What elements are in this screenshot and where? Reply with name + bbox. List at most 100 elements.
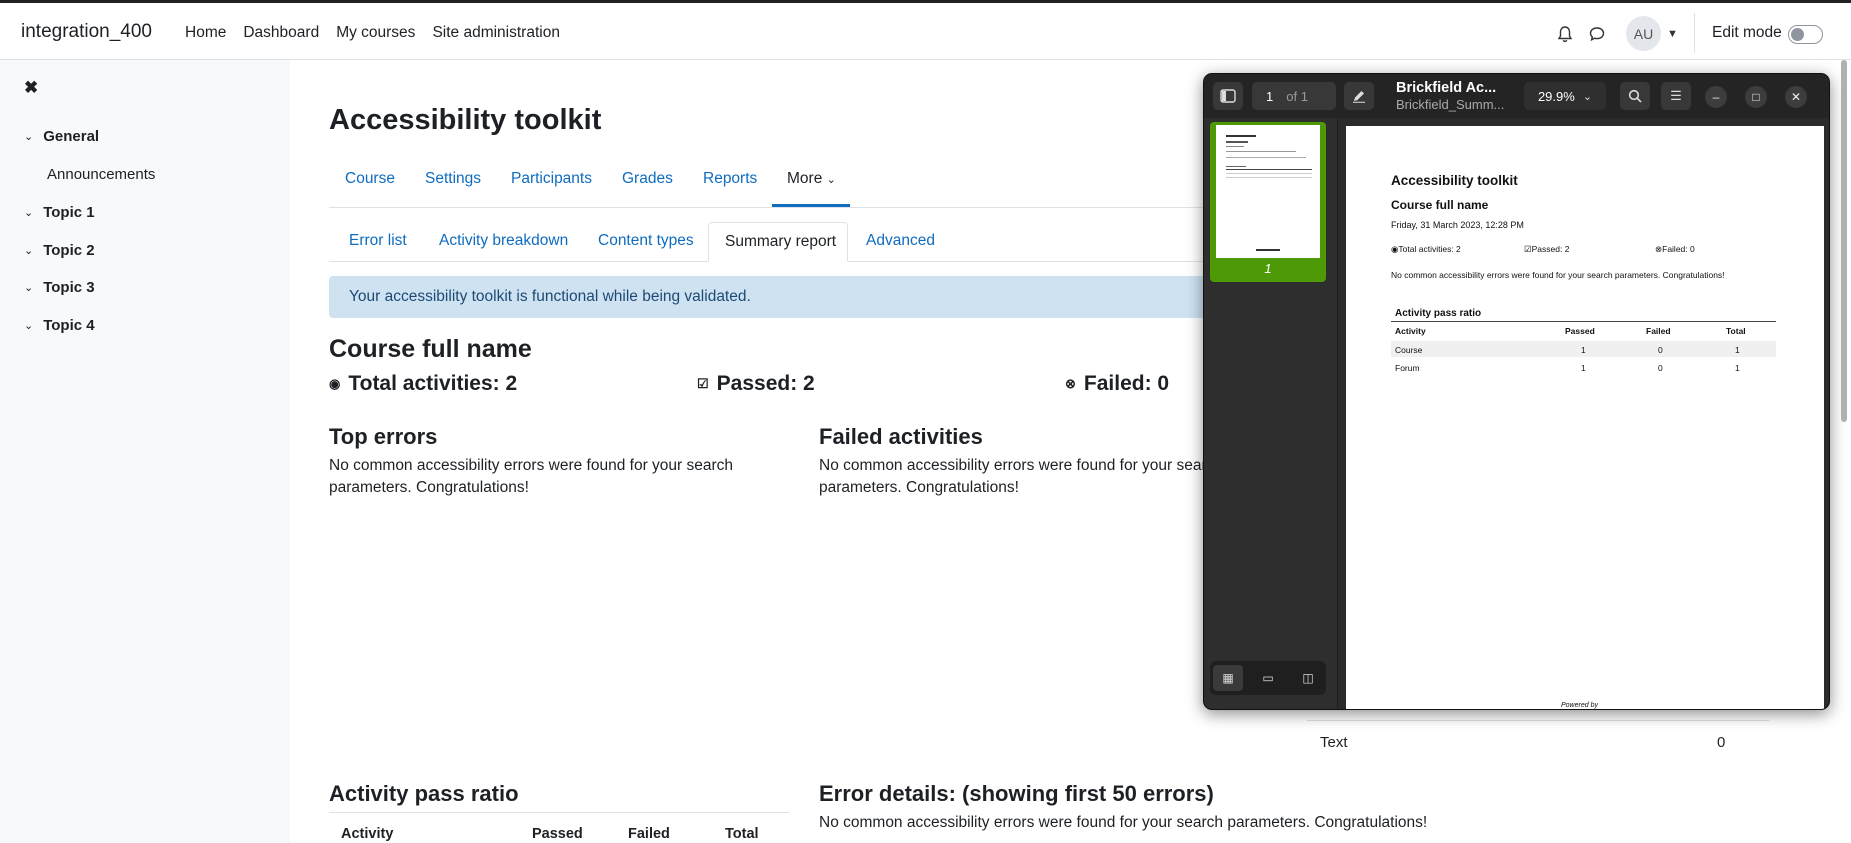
pdf-col-total: Total <box>1726 326 1746 336</box>
chevron-down-icon[interactable]: ⌄ <box>24 319 33 332</box>
tab-activity-breakdown[interactable]: Activity breakdown <box>439 232 568 250</box>
tab-error-list[interactable]: Error list <box>349 232 407 250</box>
thumbnail-sidebar: 1 ▦ ▭ ◫ <box>1204 118 1338 709</box>
secnav-grades[interactable]: Grades <box>622 170 673 188</box>
chevron-down-icon[interactable]: ⌄ <box>24 130 33 143</box>
site-name[interactable]: integration_400 <box>21 21 152 43</box>
sidebar-view-switcher: ▦ ▭ ◫ <box>1210 661 1326 695</box>
section-label[interactable]: Topic 1 <box>43 204 94 221</box>
check-square-icon: ☑ <box>697 376 709 391</box>
stat-total-activities: ◉ Total activities: 2 <box>329 372 517 396</box>
section-general[interactable]: ⌄ General <box>24 128 99 145</box>
annotations-view-icon[interactable]: ▭ <box>1253 665 1283 691</box>
chevron-down-icon[interactable]: ▼ <box>1667 28 1678 40</box>
page-total: of 1 <box>1286 88 1308 104</box>
nav-site-administration[interactable]: Site administration <box>432 24 560 42</box>
divider <box>1694 13 1695 53</box>
column-header-activity: Activity <box>341 826 394 842</box>
secondary-navigation: Course Settings Participants Grades Repo… <box>329 160 1249 208</box>
chevron-down-icon[interactable]: ⌄ <box>24 244 33 257</box>
maximize-icon[interactable]: □ <box>1745 86 1767 108</box>
pdf-col-passed: Passed <box>1565 326 1595 336</box>
content-type-label: Text <box>1320 734 1348 751</box>
minimize-icon[interactable]: – <box>1705 86 1727 108</box>
bell-icon[interactable] <box>1556 25 1574 43</box>
tab-content-types[interactable]: Content types <box>598 232 694 250</box>
stat-passed: ☑ Passed: 2 <box>697 372 815 396</box>
report-tabs: Error list Activity breakdown Content ty… <box>329 222 1249 262</box>
nav-home[interactable]: Home <box>185 24 226 42</box>
course-index-drawer: ✖ ⌄ General Announcements ⌄ Topic 1 ⌄ To… <box>0 60 290 843</box>
pdf-date: Friday, 31 March 2023, 12:28 PM <box>1391 220 1524 230</box>
table-divider <box>1307 720 1769 721</box>
chevron-down-icon: ⌄ <box>1582 90 1593 103</box>
secnav-settings[interactable]: Settings <box>425 170 481 188</box>
close-icon[interactable]: ✖ <box>24 78 38 98</box>
secnav-more[interactable]: More ⌄ <box>787 170 836 188</box>
page-scrollbar[interactable] <box>1841 60 1847 422</box>
pdf-cell: 1 <box>1735 345 1740 355</box>
close-icon[interactable]: ✕ <box>1785 86 1807 108</box>
page-indicator[interactable]: 1 of 1 <box>1252 82 1336 110</box>
tab-advanced[interactable]: Advanced <box>866 232 935 250</box>
error-details-heading: Error details: (showing first 50 errors) <box>819 781 1214 806</box>
pdf-course-name: Course full name <box>1391 198 1489 212</box>
thumbnail-page-image <box>1216 125 1320 258</box>
content-type-value: 0 <box>1717 734 1726 751</box>
pdf-cell: 0 <box>1658 345 1663 355</box>
user-avatar[interactable]: AU <box>1626 16 1661 51</box>
failed-activities-heading: Failed activities <box>819 424 983 449</box>
message-icon[interactable] <box>1588 25 1606 43</box>
chevron-down-icon[interactable]: ⌄ <box>827 174 836 186</box>
section-topic-2[interactable]: ⌄ Topic 2 <box>24 242 95 259</box>
section-label[interactable]: Topic 4 <box>43 317 94 334</box>
section-label[interactable]: Topic 3 <box>43 279 94 296</box>
document-title: Brickfield Ac... <box>1396 80 1497 96</box>
secnav-more-label[interactable]: More <box>787 170 822 187</box>
course-name-heading: Course full name <box>329 335 532 363</box>
chevron-down-icon[interactable]: ⌄ <box>24 281 33 294</box>
pdf-col-failed: Failed <box>1646 326 1671 336</box>
page-input[interactable]: 1 <box>1266 89 1273 104</box>
activity-pass-ratio-heading: Activity pass ratio <box>329 781 519 806</box>
pdf-page: Accessibility toolkit Course full name F… <box>1346 126 1824 709</box>
x-circle-icon: ⊗ <box>1065 376 1076 391</box>
activity-announcements[interactable]: Announcements <box>47 166 155 183</box>
page-thumbnail[interactable]: 1 <box>1210 122 1326 282</box>
secnav-participants[interactable]: Participants <box>511 170 592 188</box>
search-icon[interactable] <box>1620 82 1650 110</box>
secnav-course[interactable]: Course <box>345 170 395 188</box>
section-topic-3[interactable]: ⌄ Topic 3 <box>24 279 95 296</box>
grid-view-icon[interactable]: ▦ <box>1213 665 1243 691</box>
section-label[interactable]: General <box>43 128 99 145</box>
pdf-message: No common accessibility errors were foun… <box>1391 270 1725 280</box>
annotate-pen-icon[interactable] <box>1344 82 1374 110</box>
column-header-total: Total <box>725 826 759 842</box>
error-details-text: No common accessibility errors were foun… <box>819 814 1428 831</box>
nav-my-courses[interactable]: My courses <box>336 24 415 42</box>
sidebar-toggle-icon[interactable] <box>1213 82 1243 110</box>
section-topic-4[interactable]: ⌄ Topic 4 <box>24 317 95 334</box>
pdf-stat-total-text: Total activities: 2 <box>1398 244 1461 254</box>
page-title: Accessibility toolkit <box>329 104 602 136</box>
nav-dashboard[interactable]: Dashboard <box>243 24 319 42</box>
pdf-cell: Course <box>1395 345 1423 355</box>
section-topic-1[interactable]: ⌄ Topic 1 <box>24 204 95 221</box>
pdf-cell: Forum <box>1395 363 1420 373</box>
edit-mode-toggle[interactable] <box>1788 25 1823 44</box>
pdf-title: Accessibility toolkit <box>1391 173 1518 188</box>
bookmarks-view-icon[interactable]: ◫ <box>1293 665 1323 691</box>
failed-activities-text: No common accessibility errors were foun… <box>819 457 1224 496</box>
top-navbar: integration_400 Home Dashboard My course… <box>0 0 1851 60</box>
section-label[interactable]: Topic 2 <box>43 242 94 259</box>
pdf-viewer-window: 1 of 1 Brickfield Ac... Brickfield_Summ.… <box>1203 73 1830 710</box>
pdf-stat-failed-text: Failed: 0 <box>1662 244 1695 254</box>
tab-summary-report[interactable]: Summary report <box>708 222 848 262</box>
pdf-table-rule <box>1391 321 1776 322</box>
edit-mode-label: Edit mode <box>1712 24 1782 41</box>
table-divider <box>329 812 789 813</box>
zoom-dropdown[interactable]: 29.9% ⌄ <box>1524 82 1606 110</box>
chevron-down-icon[interactable]: ⌄ <box>24 206 33 219</box>
menu-icon[interactable]: ☰ <box>1661 82 1691 110</box>
secnav-reports[interactable]: Reports <box>703 170 757 188</box>
